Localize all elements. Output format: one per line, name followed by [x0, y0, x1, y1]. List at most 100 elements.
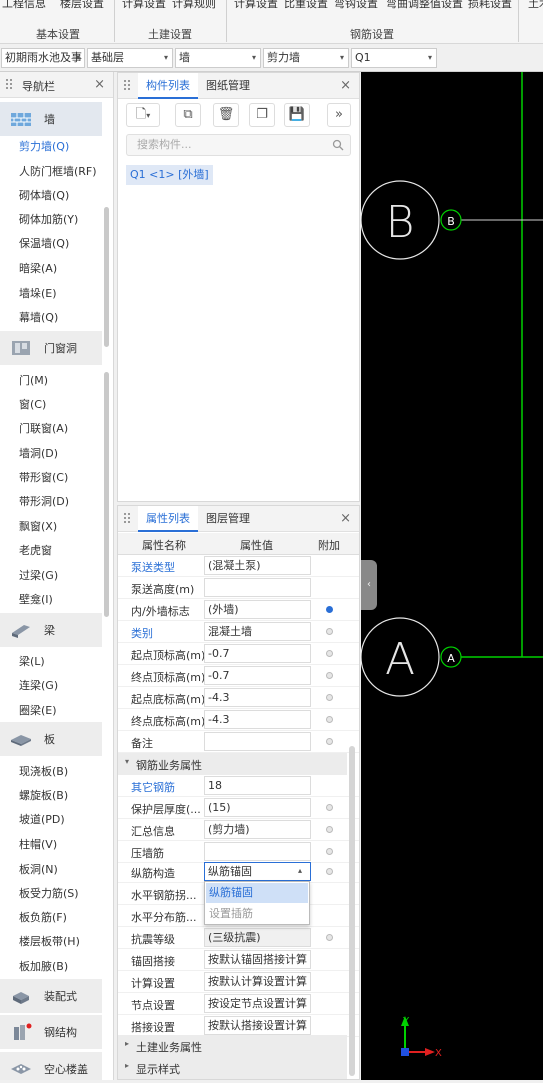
nav-category-hollow-slab[interactable]: 空心楼盖 — [0, 1052, 102, 1080]
nav-item-cast-slab[interactable]: 现浇板(B) — [19, 763, 68, 779]
nav-item-masonry-wall[interactable]: 砌体墙(Q) — [19, 187, 69, 203]
component-select[interactable]: Q1 ▾ — [351, 48, 437, 68]
nav-item-wall-pier[interactable]: 墙垛(E) — [19, 285, 57, 301]
nav-scrollbar[interactable] — [104, 372, 109, 617]
attach-checkbox[interactable] — [326, 934, 333, 941]
attach-checkbox[interactable] — [326, 804, 333, 811]
floor-select[interactable]: 基础层 ▾ — [87, 48, 173, 68]
nav-item-beam[interactable]: 梁(L) — [19, 653, 45, 669]
collapse-panel-handle[interactable]: ‹ — [361, 560, 377, 610]
duplicate-layers-button[interactable]: ❐ — [249, 103, 275, 127]
section-rebar-properties[interactable]: ▾ 钢筋业务属性 — [118, 753, 347, 775]
ribbon-calc-rules[interactable]: 计算规则 — [172, 0, 216, 11]
property-value[interactable]: 混凝土墙 — [204, 622, 311, 641]
nav-item-strip-opening[interactable]: 带形洞(D) — [19, 493, 69, 509]
section-display-style[interactable]: ▸ 显示样式 — [118, 1057, 347, 1079]
close-icon[interactable]: × — [340, 511, 351, 526]
nav-item-dormer-window[interactable]: 老虎窗 — [19, 542, 52, 558]
property-scrollbar[interactable] — [349, 746, 355, 1076]
component-list-item[interactable]: Q1 <1> [外墙] — [126, 165, 213, 185]
nav-item-door-window[interactable]: 门联窗(A) — [19, 420, 68, 436]
tab-property-list[interactable]: 属性列表 — [138, 506, 198, 532]
nav-item-hidden-beam[interactable]: 暗梁(A) — [19, 260, 57, 276]
property-value[interactable]: -4.3 — [204, 710, 311, 729]
property-value[interactable]: 按默认搭接设置计算 — [204, 1016, 311, 1035]
nav-item-curtain-wall[interactable]: 幕墙(Q) — [19, 309, 58, 325]
nav-category-door-window[interactable]: 门窗洞 — [0, 331, 102, 365]
nav-item-slab-main-rebar[interactable]: 板受力筋(S) — [19, 885, 79, 901]
drag-grip-icon[interactable] — [6, 79, 12, 91]
tab-component-list[interactable]: 构件列表 — [138, 73, 198, 99]
nav-item-insulation-wall[interactable]: 保温墙(Q) — [19, 235, 69, 251]
tab-drawing-management[interactable]: 图纸管理 — [198, 73, 258, 99]
nav-item-column-cap[interactable]: 柱帽(V) — [19, 836, 57, 852]
nav-category-wall[interactable]: 墙 — [0, 102, 102, 136]
ribbon-density-settings[interactable]: 比重设置 — [284, 0, 328, 11]
property-value[interactable]: 按默认计算设置计算 — [204, 972, 311, 991]
ribbon-loss-settings[interactable]: 损耗设置 — [468, 0, 512, 11]
copy-component-button[interactable]: ⧉ — [175, 103, 201, 127]
property-value[interactable]: 18 — [204, 776, 311, 795]
nav-category-prefab[interactable]: 装配式 — [0, 979, 102, 1013]
ribbon-hook-settings[interactable]: 弯钩设置 — [334, 0, 378, 11]
nav-item-masonry-rebar[interactable]: 砌体加筋(Y) — [19, 211, 78, 227]
new-component-button[interactable]: 🗋▾ — [126, 103, 160, 127]
attach-checkbox[interactable] — [326, 628, 333, 635]
nav-item-wall-opening[interactable]: 墙洞(D) — [19, 445, 58, 461]
close-icon[interactable]: × — [340, 78, 351, 93]
attach-checkbox[interactable] — [326, 868, 333, 875]
nav-item-coupling-beam[interactable]: 连梁(G) — [19, 677, 58, 693]
property-value[interactable]: -0.7 — [204, 666, 311, 685]
ribbon-calc-settings[interactable]: 计算设置 — [122, 0, 166, 11]
ribbon-floor-settings[interactable]: 楼层设置 — [60, 0, 104, 11]
nav-item-niche[interactable]: 壁龛(I) — [19, 591, 53, 607]
ribbon-civil-more[interactable]: 土木 — [528, 0, 543, 11]
property-value[interactable]: (混凝土泵) — [204, 556, 311, 575]
property-value[interactable] — [204, 578, 311, 597]
nav-category-steel[interactable]: 钢结构 — [0, 1015, 102, 1049]
dropdown-option[interactable]: 纵筋锚固 — [206, 883, 308, 903]
close-icon[interactable]: × — [94, 77, 105, 92]
property-value[interactable] — [204, 732, 311, 751]
drawing-canvas[interactable]: B B A A Y X — [360, 72, 543, 1080]
nav-item-slab-opening[interactable]: 板洞(N) — [19, 861, 58, 877]
more-tools-button[interactable]: » — [327, 103, 351, 127]
delete-component-button[interactable]: 🗑 — [213, 103, 239, 127]
nav-category-slab[interactable]: 板 — [0, 722, 102, 756]
attach-checkbox[interactable] — [326, 738, 333, 745]
nav-item-slab-haunch[interactable]: 板加腋(B) — [19, 958, 68, 974]
property-value[interactable]: (剪力墙) — [204, 820, 311, 839]
property-value[interactable]: (15) — [204, 798, 311, 817]
nav-item-floor-slab-strip[interactable]: 楼层板带(H) — [19, 933, 80, 949]
nav-item-shear-wall[interactable]: 剪力墙(Q) — [19, 138, 69, 154]
save-button[interactable]: 💾 — [284, 103, 310, 127]
attach-checkbox[interactable] — [326, 716, 333, 723]
component-search-input[interactable]: 搜索构件... — [126, 134, 351, 156]
property-value[interactable]: -4.3 — [204, 688, 311, 707]
nav-item-window[interactable]: 窗(C) — [19, 396, 46, 412]
property-value[interactable]: 按默认锚固搭接计算 — [204, 950, 311, 969]
attach-checkbox[interactable] — [326, 694, 333, 701]
type-select[interactable]: 剪力墙 ▾ — [263, 48, 349, 68]
nav-item-door[interactable]: 门(M) — [19, 372, 48, 388]
longitudinal-rebar-select[interactable]: 纵筋锚固 — [204, 862, 311, 881]
nav-category-beam[interactable]: 梁 — [0, 613, 102, 647]
property-value[interactable]: 按设定节点设置计算 — [204, 994, 311, 1013]
category-select[interactable]: 墙 ▾ — [175, 48, 261, 68]
project-select[interactable]: 初期雨水池及事 ▾ — [1, 48, 85, 68]
drag-grip-icon[interactable] — [124, 513, 130, 525]
property-value[interactable] — [204, 842, 311, 861]
nav-item-spiral-slab[interactable]: 螺旋板(B) — [19, 787, 68, 803]
property-value[interactable]: (外墙) — [204, 600, 311, 619]
nav-item-civil-door-frame-wall[interactable]: 人防门框墙(RF) — [19, 163, 97, 179]
drag-grip-icon[interactable] — [124, 80, 130, 92]
nav-item-slab-negative-rebar[interactable]: 板负筋(F) — [19, 909, 67, 925]
nav-item-ring-beam[interactable]: 圈梁(E) — [19, 702, 57, 718]
tab-layer-management[interactable]: 图层管理 — [198, 506, 258, 532]
ribbon-rebar-calc-settings[interactable]: 计算设置 — [234, 0, 278, 11]
attach-checkbox[interactable] — [326, 672, 333, 679]
dropdown-option[interactable]: 设置插筋 — [206, 904, 308, 924]
section-civil-properties[interactable]: ▸ 土建业务属性 — [118, 1035, 347, 1057]
nav-item-lintel[interactable]: 过梁(G) — [19, 567, 58, 583]
property-value[interactable]: (三级抗震) — [204, 928, 311, 947]
